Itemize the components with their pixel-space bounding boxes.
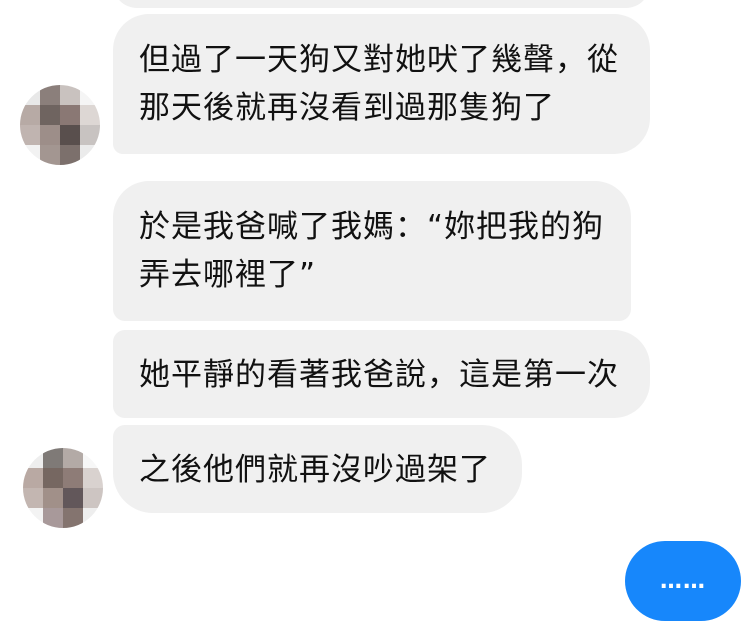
- sent-message-text: ……: [660, 568, 706, 594]
- avatar-pixel: [23, 508, 43, 528]
- avatar-pixel: [60, 145, 80, 165]
- avatar-pixel: [20, 125, 40, 145]
- chat-thread: 但過了一天狗又對她吠了幾聲，從 那天後就再沒看到過那隻狗了 於是我爸喊了我媽：“…: [0, 0, 753, 630]
- avatar-pixel: [40, 145, 60, 165]
- avatar-pixel: [23, 468, 43, 488]
- avatar-pixel: [20, 105, 40, 125]
- avatar-pixel: [43, 488, 63, 508]
- avatar-pixel: [83, 448, 103, 468]
- avatar-pixel: [60, 105, 80, 125]
- avatar-pixel: [40, 85, 60, 105]
- avatar-pixel: [43, 448, 63, 468]
- received-message-bubble: 之後他們就再沒吵過架了: [113, 425, 522, 513]
- avatar-pixel: [80, 145, 100, 165]
- avatar-pixel: [63, 448, 83, 468]
- avatar-pixel: [43, 508, 63, 528]
- received-message-bubble: 但過了一天狗又對她吠了幾聲，從 那天後就再沒看到過那隻狗了: [113, 14, 650, 154]
- contact-avatar[interactable]: [23, 448, 103, 528]
- received-message-bubble: 她平靜的看著我爸說，這是第一次: [113, 330, 650, 418]
- avatar-pixel: [80, 105, 100, 125]
- contact-avatar[interactable]: [20, 85, 100, 165]
- avatar-pixel: [80, 85, 100, 105]
- avatar-pixel: [43, 468, 63, 488]
- previous-message-bubble: [113, 0, 650, 8]
- avatar-pixel: [60, 85, 80, 105]
- avatar-pixel: [63, 508, 83, 528]
- avatar-pixel: [83, 508, 103, 528]
- avatar-pixel: [23, 448, 43, 468]
- avatar-pixel: [23, 488, 43, 508]
- sent-message-bubble: ……: [625, 541, 741, 621]
- avatar-pixel: [60, 125, 80, 145]
- avatar-pixel: [83, 488, 103, 508]
- avatar-pixel: [83, 468, 103, 488]
- avatar-pixel: [80, 125, 100, 145]
- avatar-pixel: [20, 85, 40, 105]
- avatar-pixel: [40, 105, 60, 125]
- avatar-pixel: [63, 488, 83, 508]
- avatar-pixel: [40, 125, 60, 145]
- received-message-bubble: 於是我爸喊了我媽：“妳把我的狗 弄去哪裡了”: [113, 181, 631, 321]
- avatar-pixel: [63, 468, 83, 488]
- avatar-pixel: [20, 145, 40, 165]
